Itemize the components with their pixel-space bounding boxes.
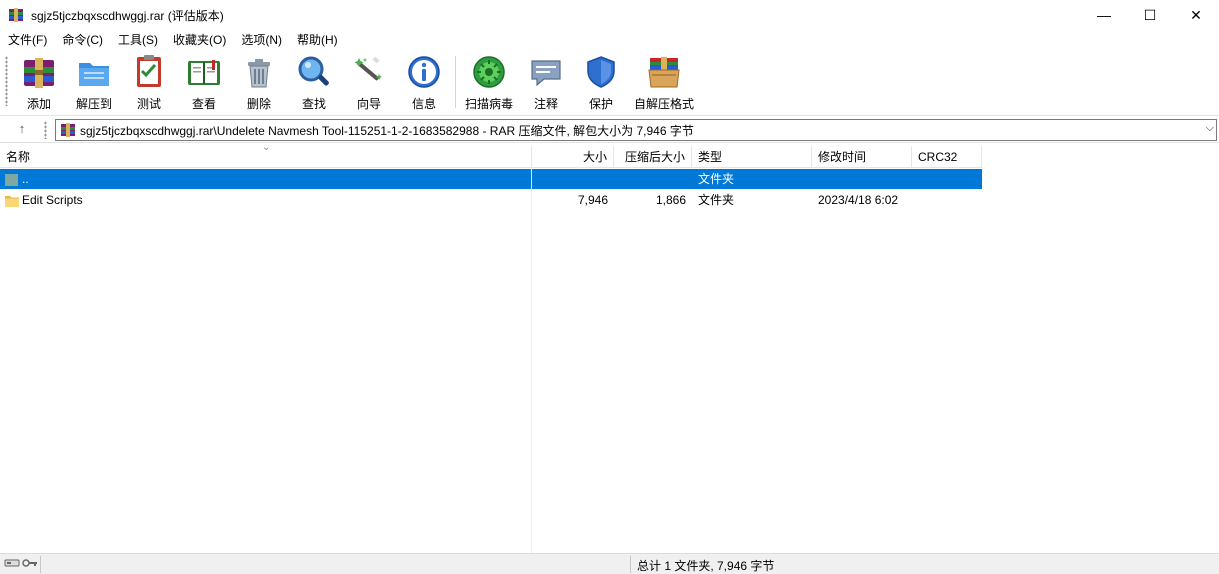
- comment-button[interactable]: 注释: [520, 54, 572, 112]
- menu-file[interactable]: 文件(F): [0, 30, 54, 50]
- title-bar: sgjz5tjczbqxscdhwggj.rar (评估版本) — ☐ ✕: [0, 0, 1219, 30]
- toolbar: 添加 解压到 测试 查看 删除 查找 向导 信息 扫描病毒 注释 保护 自解压格…: [0, 50, 1219, 116]
- menu-options[interactable]: 选项(N): [233, 30, 289, 50]
- virus-scan-label: 扫描病毒: [464, 97, 513, 111]
- window-controls: — ☐ ✕: [1081, 0, 1219, 30]
- path-field[interactable]: sgjz5tjczbqxscdhwggj.rar\Undelete Navmes…: [55, 119, 1217, 141]
- type-cell: 文件夹: [698, 193, 735, 207]
- find-button[interactable]: 查找: [288, 54, 340, 112]
- info-label: 信息: [411, 97, 436, 111]
- drive-icon[interactable]: [4, 557, 20, 569]
- up-one-level-button[interactable]: ↑: [12, 121, 32, 139]
- row-name: Edit Scripts: [22, 193, 83, 207]
- folder-icon: [5, 195, 19, 207]
- add-label: 添加: [26, 97, 51, 111]
- comment-icon: [531, 60, 561, 87]
- delete-label: 删除: [246, 97, 271, 111]
- crc-cell: [912, 169, 982, 189]
- table-row[interactable]: .. 文件夹: [0, 169, 982, 189]
- sort-caret-icon: ⌄: [262, 142, 271, 153]
- key-icon[interactable]: [22, 557, 38, 569]
- column-headers: 名称 大小 压缩后大小 类型 修改时间 CRC32: [0, 146, 982, 168]
- sfx-label: 自解压格式: [634, 97, 695, 111]
- protect-button[interactable]: 保护: [575, 54, 627, 112]
- status-summary: 总计 1 文件夹, 7,946 字节: [637, 559, 775, 573]
- row-name: ..: [22, 172, 29, 186]
- crc-cell: [912, 190, 982, 210]
- parent-folder-icon: [5, 173, 18, 186]
- menu-bar: 文件(F) 命令(C) 工具(S) 收藏夹(O) 选项(N) 帮助(H): [0, 30, 1219, 50]
- status-icons: [4, 557, 38, 569]
- menu-commands[interactable]: 命令(C): [54, 30, 110, 50]
- packed-cell: 1,866: [655, 193, 686, 207]
- extract-to-button[interactable]: 解压到: [68, 54, 120, 112]
- info-button[interactable]: 信息: [398, 54, 450, 112]
- menu-tools[interactable]: 工具(S): [110, 30, 165, 50]
- name-cell: Edit Scripts: [0, 190, 532, 210]
- view-book-icon: [188, 60, 220, 85]
- toolbar-separator: [455, 56, 456, 108]
- sfx-archive-icon: [648, 57, 680, 88]
- wizard-button[interactable]: 向导: [343, 54, 395, 112]
- status-bar: 总计 1 文件夹, 7,946 字节: [0, 553, 1219, 574]
- rar-file-icon: [61, 123, 75, 137]
- packed-cell: [614, 169, 692, 189]
- comment-label: 注释: [533, 97, 558, 111]
- file-list: 名称 大小 压缩后大小 类型 修改时间 CRC32 ⌄ .. 文件夹 Edit …: [0, 142, 1219, 553]
- magnifier-icon: [298, 56, 329, 86]
- add-button[interactable]: 添加: [13, 54, 65, 112]
- column-header-crc32[interactable]: CRC32: [912, 146, 982, 168]
- toolbar-grip[interactable]: [5, 56, 8, 106]
- status-divider: [40, 556, 41, 573]
- close-button[interactable]: ✕: [1173, 0, 1219, 30]
- name-cell: ..: [0, 169, 532, 189]
- info-icon: [408, 56, 440, 88]
- add-archive-icon: [24, 58, 54, 88]
- delete-button[interactable]: 删除: [233, 54, 285, 112]
- size-cell: [532, 169, 614, 189]
- protect-label: 保护: [588, 97, 613, 111]
- maximize-button[interactable]: ☐: [1127, 0, 1173, 30]
- column-header-type[interactable]: 类型: [692, 146, 812, 168]
- column-header-packed[interactable]: 压缩后大小: [614, 146, 692, 168]
- modified-cell: 2023/4/18 6:02: [818, 193, 899, 207]
- extract-to-label: 解压到: [75, 97, 112, 111]
- address-bar: ↑ sgjz5tjczbqxscdhwggj.rar\Undelete Navm…: [0, 117, 1219, 143]
- table-row[interactable]: Edit Scripts 7,946 1,866 文件夹 2023/4/18 6…: [0, 190, 982, 210]
- shield-icon: [587, 56, 615, 88]
- view-button[interactable]: 查看: [178, 54, 230, 112]
- test-button[interactable]: 测试: [123, 54, 175, 112]
- menu-help[interactable]: 帮助(H): [289, 30, 345, 50]
- chevron-down-icon[interactable]: ⌵: [1206, 122, 1214, 135]
- column-header-modified[interactable]: 修改时间: [812, 146, 912, 168]
- virus-scan-button[interactable]: 扫描病毒: [462, 54, 516, 112]
- view-label: 查看: [191, 97, 216, 111]
- address-grip[interactable]: [44, 121, 47, 139]
- column-header-size[interactable]: 大小: [532, 146, 614, 168]
- window-title: sgjz5tjczbqxscdhwggj.rar (评估版本): [31, 8, 224, 23]
- extract-to-icon: [79, 63, 109, 86]
- status-divider: [630, 556, 631, 573]
- wizard-wand-icon: [354, 56, 382, 81]
- path-text: sgjz5tjczbqxscdhwggj.rar\Undelete Navmes…: [80, 123, 694, 138]
- column-divider: [531, 168, 532, 553]
- test-label: 测试: [136, 97, 161, 111]
- menu-favorites[interactable]: 收藏夹(O): [165, 30, 233, 50]
- virus-scan-icon: [473, 56, 505, 88]
- type-cell: 文件夹: [698, 172, 735, 186]
- modified-cell: [812, 169, 912, 189]
- size-cell: 7,946: [577, 193, 608, 207]
- wizard-label: 向导: [356, 97, 381, 111]
- winrar-app-icon[interactable]: [8, 7, 24, 23]
- test-icon: [137, 55, 161, 87]
- sfx-button[interactable]: 自解压格式: [634, 54, 694, 112]
- trash-icon: [248, 59, 270, 88]
- find-label: 查找: [301, 97, 326, 111]
- minimize-button[interactable]: —: [1081, 0, 1127, 30]
